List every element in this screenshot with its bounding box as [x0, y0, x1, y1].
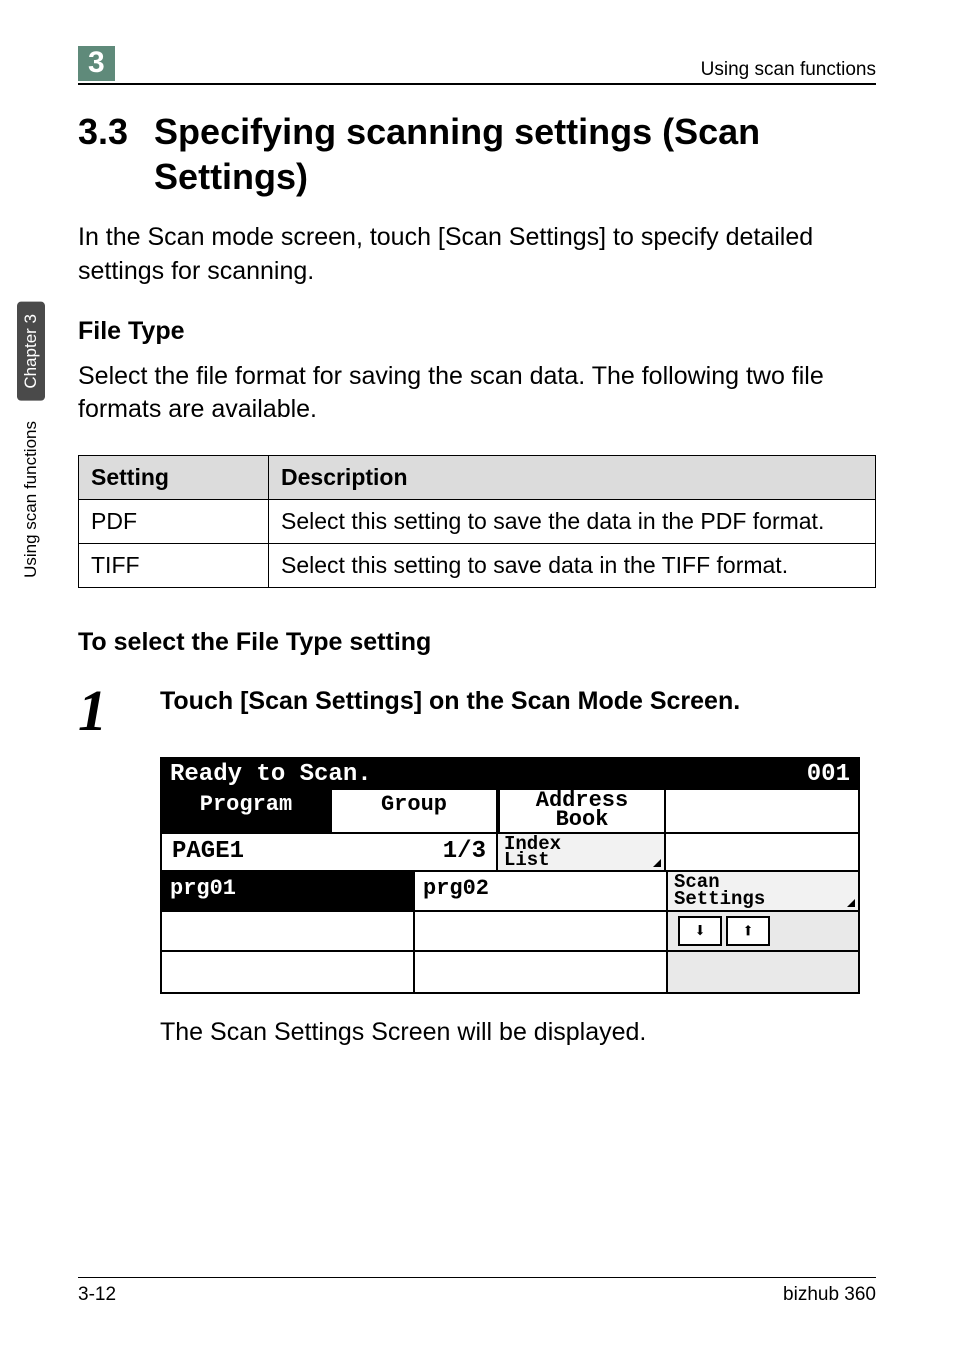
cell-description: Select this setting to save the data in …: [269, 500, 876, 544]
program-slot-1[interactable]: prg01: [162, 872, 415, 912]
col-setting: Setting: [79, 456, 269, 500]
step-text: Touch [Scan Settings] on the Scan Mode S…: [160, 685, 876, 719]
program-slot-6[interactable]: [415, 952, 668, 992]
program-slot-4[interactable]: [415, 912, 668, 952]
index-list-button[interactable]: Index List: [498, 834, 666, 870]
page-footer: 3-12 bizhub 360: [78, 1277, 876, 1306]
section-title: Specifying scanning settings (Scan Setti…: [154, 109, 876, 199]
procedure-heading: To select the File Type setting: [78, 628, 876, 657]
chapter-badge: 3: [78, 46, 115, 81]
tab-address-book[interactable]: Address Book: [498, 790, 666, 833]
lcd-page-label: PAGE1: [172, 838, 244, 866]
page-header: 3 Using scan functions: [78, 46, 876, 85]
lcd-counter: 001: [807, 761, 850, 788]
section-number: 3.3: [78, 109, 128, 199]
lcd-page-count: 1/3: [443, 838, 486, 866]
table-row: TIFF Select this setting to save data in…: [79, 544, 876, 588]
filetype-heading: File Type: [78, 317, 876, 346]
filetype-intro: Select the file format for saving the sc…: [78, 360, 876, 428]
program-slot-5[interactable]: [162, 952, 415, 992]
cell-setting: TIFF: [79, 544, 269, 588]
filetype-table: Setting Description PDF Select this sett…: [78, 455, 876, 588]
program-slot-3[interactable]: [162, 912, 415, 952]
cell-setting: PDF: [79, 500, 269, 544]
scan-settings-button[interactable]: Scan Settings: [668, 872, 858, 912]
device-screenshot: Ready to Scan. 001 Program Group Address…: [160, 757, 876, 994]
tab-group[interactable]: Group: [330, 790, 498, 833]
table-row: PDF Select this setting to save the data…: [79, 500, 876, 544]
step-result: The Scan Settings Screen will be display…: [160, 1018, 876, 1047]
tab-program[interactable]: Program: [162, 790, 330, 833]
footer-model: bizhub 360: [783, 1284, 876, 1306]
arrow-down-button[interactable]: ⬇: [678, 916, 722, 946]
footer-page-number: 3-12: [78, 1284, 116, 1306]
lcd-status: Ready to Scan.: [170, 761, 372, 788]
col-description: Description: [269, 456, 876, 500]
cell-description: Select this setting to save data in the …: [269, 544, 876, 588]
running-head: Using scan functions: [701, 59, 876, 81]
arrow-up-button[interactable]: ⬆: [726, 916, 770, 946]
step-number: 1: [78, 685, 134, 737]
section-intro: In the Scan mode screen, touch [Scan Set…: [78, 221, 876, 289]
section-heading: 3.3 Specifying scanning settings (Scan S…: [78, 109, 876, 199]
program-slot-2[interactable]: prg02: [415, 872, 668, 912]
procedure-step: 1 Touch [Scan Settings] on the Scan Mode…: [78, 685, 876, 737]
